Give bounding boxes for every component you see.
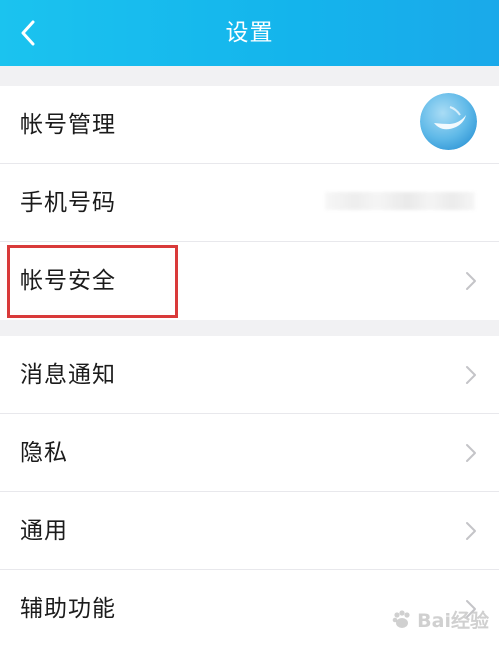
settings-row-account-management[interactable]: 帐号管理 (0, 86, 499, 164)
chevron-right-icon (466, 272, 476, 290)
highlight-annotation-box (7, 245, 178, 318)
settings-row-notifications[interactable]: 消息通知 (0, 336, 499, 414)
settings-row-phone-number[interactable]: 手机号码 (0, 164, 499, 242)
watermark: Bai经验 (391, 606, 489, 633)
settings-row-privacy[interactable]: 隐私 (0, 414, 499, 492)
settings-row-general[interactable]: 通用 (0, 492, 499, 570)
row-label: 通用 (20, 518, 68, 544)
chevron-right-icon (466, 444, 476, 462)
chevron-right-icon (466, 366, 476, 384)
avatar (420, 93, 477, 150)
paw-logo-icon (392, 609, 410, 628)
watermark-text: Bai经验 (417, 610, 489, 632)
chevron-right-icon (466, 522, 476, 540)
phone-number-value-blurred (325, 192, 475, 210)
page-title: 设置 (225, 20, 274, 46)
row-label: 手机号码 (20, 190, 116, 216)
row-label: 隐私 (20, 440, 68, 466)
top-nav-bar: 设置 (0, 0, 499, 66)
row-label: 消息通知 (20, 362, 116, 388)
settings-group-general: 消息通知 隐私 通用 辅助功能 (0, 336, 499, 648)
row-label: 辅助功能 (20, 596, 116, 622)
row-label: 帐号管理 (20, 112, 116, 138)
